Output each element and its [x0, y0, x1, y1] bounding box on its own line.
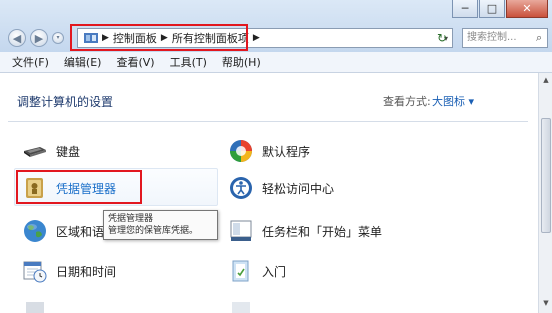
item-label: 区域和语 [56, 224, 105, 239]
back-button[interactable]: ◀ [8, 29, 26, 47]
item-default-programs[interactable]: 默认程序 [228, 136, 310, 166]
item-date-time[interactable]: 日期和时间 [22, 256, 116, 286]
partial-item-icon [232, 302, 250, 313]
page-title: 调整计算机的设置 [17, 95, 114, 109]
menu-bar: 文件(F) 编辑(E) 查看(V) 工具(T) 帮助(H) [0, 52, 552, 73]
item-label: 轻松访问中心 [262, 181, 335, 196]
title-bar: ─ □ ✕ ◀ ▶ ▾ ▶ 控制面板 ▶ 所有控制面板项 ▶ ▾ ↻ 搜索控制.… [0, 0, 552, 52]
default-programs-icon [230, 140, 252, 162]
taskbar-icon [230, 220, 252, 241]
keyboard-icon [24, 147, 46, 157]
item-region-language[interactable]: 区域和语 [22, 216, 104, 246]
search-icon[interactable]: ⌕ [536, 31, 542, 45]
control-panel-content: 调整计算机的设置 查看方式: 大图标 ▾ 键盘 默认程序 凭据管理器 轻松访问中… [0, 73, 538, 313]
item-keyboard[interactable]: 键盘 [22, 136, 80, 166]
view-by-label: 查看方式: [383, 95, 431, 108]
maximize-button[interactable]: □ [479, 0, 505, 18]
vertical-scrollbar[interactable]: ▲ ▼ [538, 73, 552, 313]
view-by-dropdown[interactable]: 大图标 ▾ [432, 93, 474, 109]
scroll-down-icon[interactable]: ▼ [541, 299, 551, 307]
minimize-button[interactable]: ─ [452, 0, 478, 18]
scroll-thumb[interactable] [541, 118, 551, 233]
menu-edit[interactable]: 编辑(E) [64, 54, 102, 70]
divider [8, 121, 528, 122]
menu-tools[interactable]: 工具(T) [170, 54, 207, 70]
tooltip-title: 凭据管理器 [108, 214, 154, 224]
menu-file[interactable]: 文件(F) [12, 54, 49, 70]
tooltip-description: 管理您的保管库凭据。 [108, 226, 199, 236]
item-label: 默认程序 [262, 144, 311, 159]
menu-view[interactable]: 查看(V) [116, 54, 154, 70]
refresh-icon[interactable]: ↻ [437, 31, 447, 45]
region-globe-icon [24, 220, 46, 242]
tooltip: 凭据管理器 管理您的保管库凭据。 [103, 210, 218, 240]
getting-started-icon [232, 260, 249, 282]
close-button[interactable]: ✕ [506, 0, 548, 18]
calendar-clock-icon [23, 261, 47, 283]
partial-item-icon [26, 302, 44, 313]
item-label: 入门 [262, 264, 287, 279]
breadcrumb-highlight-box [70, 24, 248, 51]
credential-manager-highlight-box [16, 170, 142, 204]
recent-pages-chevron-icon[interactable]: ▾ [52, 32, 64, 44]
item-ease-of-access[interactable]: 轻松访问中心 [228, 173, 334, 203]
breadcrumb-separator-icon: ▶ [252, 33, 260, 43]
item-getting-started[interactable]: 入门 [228, 256, 286, 286]
item-taskbar-start-menu[interactable]: 任务栏和「开始」菜单 [228, 216, 382, 246]
menu-help[interactable]: 帮助(H) [222, 54, 261, 70]
ease-of-access-icon [230, 177, 252, 199]
item-label: 键盘 [56, 144, 81, 159]
item-label: 日期和时间 [56, 264, 117, 279]
forward-button[interactable]: ▶ [30, 29, 48, 47]
window-controls: ─ □ ✕ [451, 0, 548, 18]
scroll-up-icon[interactable]: ▲ [541, 76, 551, 84]
item-label: 任务栏和「开始」菜单 [262, 224, 383, 239]
